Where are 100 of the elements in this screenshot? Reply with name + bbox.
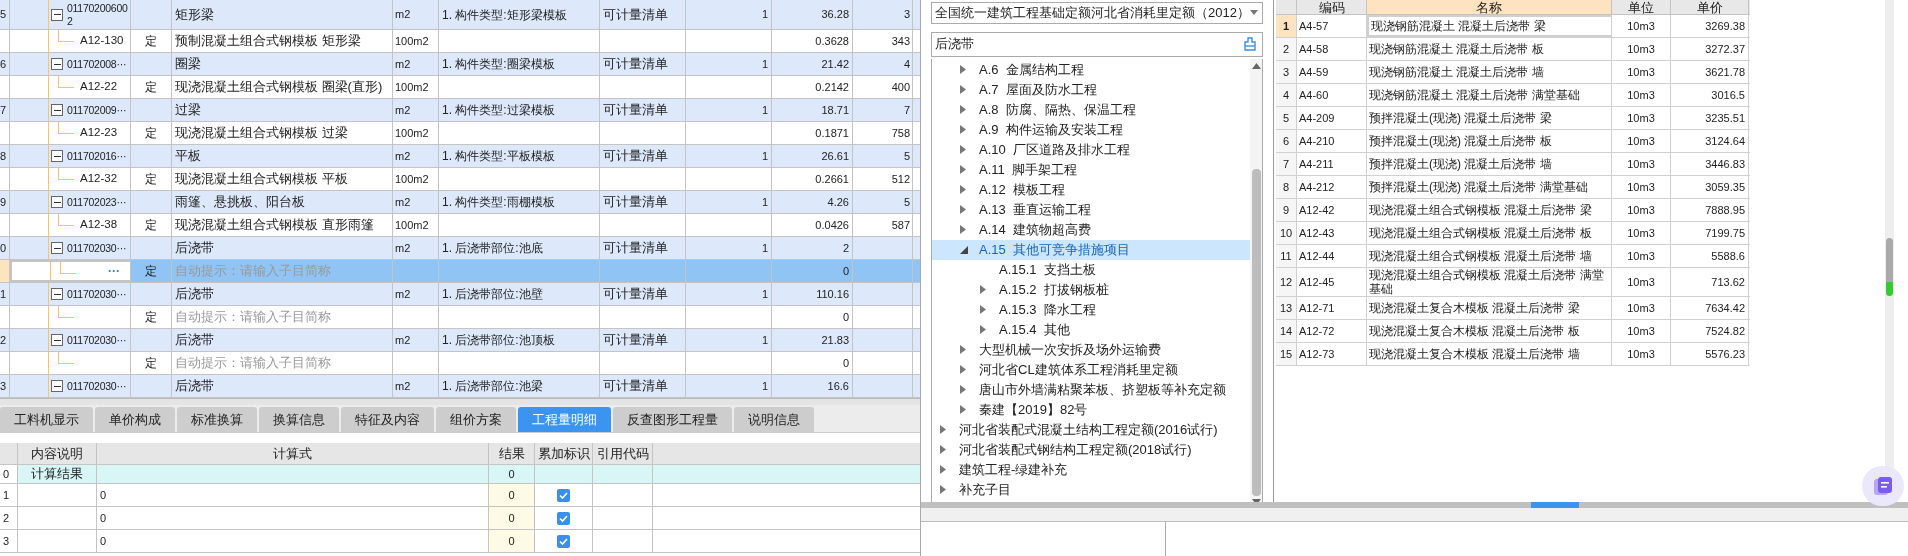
tab[interactable]: 反查图形工程量 [613,407,732,432]
more-button[interactable]: ··· [108,262,120,280]
table-cell-text: 400 [891,79,910,95]
row-number: 7 [1282,156,1290,172]
tree-item[interactable]: A.14 建筑物超高费 [932,219,1250,240]
tree-item[interactable]: A.11 脚手架工程 [932,159,1250,180]
tree-item[interactable]: A.15.1 支挡土板 [932,259,1250,280]
tab[interactable]: 工料机显示 [0,407,93,432]
table-cell-text: A12-45 [1299,274,1335,290]
table-cell-text: m2 [395,102,411,118]
row-number: 11 [1280,248,1292,264]
row-number: 13 [1279,300,1293,316]
table-cell-text: A4-60 [1299,87,1329,103]
collapse-icon[interactable] [51,104,63,116]
table-cell: 现浇混凝土复合木模板 混凝土后浇带 板 [1369,324,1580,338]
search-field[interactable]: 后浇带 [931,31,1263,57]
table-cell-text: A4-212 [1299,179,1335,195]
table-cell-text: 1. 构件类型:雨棚模板 [442,194,555,211]
collapse-icon[interactable] [51,196,63,208]
tree-item[interactable]: 建筑工程-绿建补充 [932,459,1250,480]
table-cell: 现浇钢筋混凝土 混凝土后浇带 墙 [1369,65,1544,79]
table-cell-text: 011702023··· [67,195,128,209]
table-cell-text: 1 [761,332,768,348]
table-cell-text: 过梁 [175,101,201,120]
table-cell-text: A12-22 [80,79,118,95]
table-cell-text: 平板 [175,147,201,166]
tab[interactable]: 单价构成 [95,407,175,432]
column-header: 名称 [1367,0,1612,14]
table-cell-text: 0.2661 [815,171,849,187]
brush-icon[interactable] [1243,37,1257,51]
row-number: 1 [3,487,10,503]
table-cell-text: 0.3628 [815,33,849,49]
table-cell-text: 3446.83 [1705,156,1745,172]
table-cell: 预拌混凝土(现浇) 混凝土后浇带 满堂基础 [1369,180,1588,194]
table-cell-text: 100m2 [395,79,429,95]
table-cell-text: A12-130 [80,33,124,49]
table-cell-text: m2 [395,56,411,72]
tree-item[interactable]: A.10 厂区道路及排水工程 [932,139,1250,160]
table-cell-text: 1. 构件类型:矩形梁模板 [442,6,567,24]
tab[interactable]: 标准换算 [177,407,257,432]
tree-item[interactable]: A.7 屋面及防水工程 [932,79,1250,100]
scrollbar-thumb[interactable] [1886,238,1893,296]
library-dropdown[interactable]: 全国统一建筑工程基础定额河北省消耗里定额（2012） [931,2,1263,24]
tree-item[interactable]: 补充子目 [932,479,1250,500]
tree-item[interactable]: 河北省装配式钢结构工程定额(2018试行) [932,439,1250,460]
tree-item[interactable]: A.15.4 其他 [932,319,1250,340]
tree-item[interactable]: A.6 金属结构工程 [932,59,1250,80]
table-cell: 预拌混凝土(现浇) 混凝土后浇带 墙 [1369,157,1552,171]
tree-item[interactable]: A.12 模板工程 [932,179,1250,200]
table-cell: 现浇混凝土复合木模板 混凝土后浇带 墙 [1369,347,1580,361]
checkbox[interactable] [557,534,570,548]
code-field[interactable]: ··· [10,260,131,282]
tree-item[interactable]: A.15.2 打拔钢板桩 [932,279,1250,300]
tab[interactable]: 组价方案 [436,407,516,432]
tab[interactable]: 说明信息 [734,407,814,432]
table-cell-text: 10m3 [1627,64,1655,80]
tree-item[interactable]: A.15.3 降水工程 [932,299,1250,320]
table-cell-text: A12-71 [1299,300,1335,316]
table-cell-text: 现浇混凝土组合式钢模板 圈梁(直形) [175,78,383,97]
tree-item[interactable]: A.9 构件运输及安装工程 [932,119,1250,140]
table-cell-text: 后浇带 [175,285,214,304]
splitter-handle[interactable] [1530,502,1579,508]
table-cell-text: 011702030··· [67,287,128,301]
table-cell-text: 定 [145,171,157,188]
tree-item[interactable]: A.13 垂直运输工程 [932,199,1250,220]
table-cell-text: 10m3 [1627,202,1655,218]
row-number: 12 [1279,274,1293,290]
scrollbar-thumb[interactable] [1251,168,1261,496]
collapse-icon[interactable] [51,288,63,300]
collapse-icon[interactable] [51,334,63,346]
tree-item[interactable]: 河北省装配式混凝土结构工程定额(2016试行) [932,419,1250,440]
scroll-up-icon[interactable] [1251,62,1261,69]
tab[interactable]: 特征及内容 [341,407,434,432]
table-cell-text: 0.0426 [815,217,849,233]
tree-item[interactable]: A.15 其他可竞争措施项目 [932,239,1250,260]
table-cell-text: 预制混凝土组合式钢模板 矩形梁 [175,32,361,51]
table-cell-text: 7888.95 [1705,202,1745,218]
table-cell: 现浇混凝土组合式钢模板 混凝土后浇带 梁 [1369,203,1592,217]
tree-item[interactable]: 大型机械一次安拆及场外运输费 [932,339,1250,360]
table-cell-text: m2 [395,240,411,256]
tree-item[interactable]: 秦建【2019】82号 [932,399,1250,420]
table-cell-text: 3016.5 [1711,87,1745,103]
checkbox[interactable] [557,488,570,502]
table-cell-text: 1. 后浇带部位:池梁 [442,378,543,395]
collapse-icon[interactable] [51,8,63,21]
checkbox[interactable] [557,511,570,525]
tree-item[interactable]: 河北省CL建筑体系工程消耗里定额 [932,359,1250,380]
table-cell-text: 1 [761,194,768,210]
table-cell: 现浇钢筋混凝土 混凝土后浇带 满堂基础 [1369,88,1580,102]
table-cell-text: 矩形梁 [175,5,214,24]
row-number: 3 [3,533,10,549]
collapse-icon[interactable] [51,150,63,162]
collapse-icon[interactable] [51,58,63,70]
tree-item[interactable]: A.8 防腐、隔热、保温工程 [932,99,1250,120]
row-number: 2 [0,332,7,348]
collapse-icon[interactable] [51,242,63,254]
tree-item[interactable]: 唐山市外墙满粘聚苯板、挤塑板等补充定额 [932,379,1250,400]
tab[interactable]: 换算信息 [259,407,339,432]
table-cell-text: 3059.35 [1705,179,1745,195]
collapse-icon[interactable] [51,380,63,392]
